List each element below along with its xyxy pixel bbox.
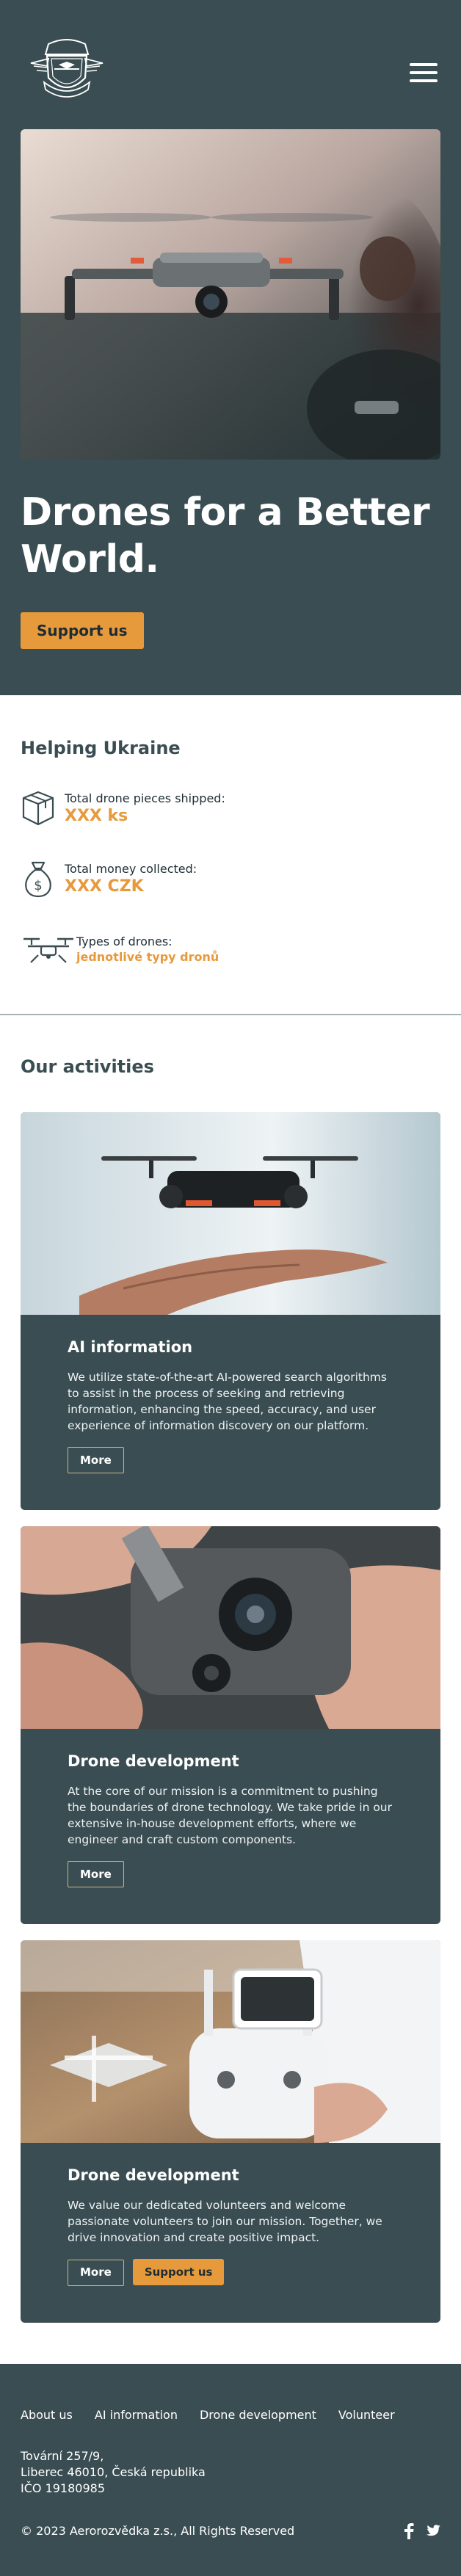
stats-section: Helping Ukraine Total drone pieces shipp…	[0, 695, 461, 1015]
more-button[interactable]: More	[68, 2259, 124, 2286]
page-title: Drones for a Better World.	[21, 490, 430, 581]
menu-button[interactable]	[410, 63, 438, 85]
stat-label: Total money collected:	[65, 862, 197, 876]
header	[21, 0, 440, 129]
svg-text:$: $	[34, 878, 42, 893]
footer-link-volunteer[interactable]: Volunteer	[338, 2408, 395, 2422]
stat-item: Types of drones: jednotlivé typy dronů	[21, 929, 440, 970]
footer-link-about[interactable]: About us	[21, 2408, 73, 2422]
activities-section: Our activities AI information We utilize…	[0, 1015, 461, 2364]
address-line: Liberec 46010, Česká republika	[21, 2464, 206, 2479]
money-bag-icon: $	[25, 861, 51, 898]
support-us-button[interactable]: Support us	[132, 2259, 225, 2285]
footer-link-ai-information[interactable]: AI information	[95, 2408, 178, 2422]
activity-card: Drone development At the core of our mis…	[21, 1526, 440, 1924]
hero-image	[21, 129, 440, 460]
card-text: At the core of our mission is a commitme…	[68, 1785, 393, 1846]
drone-icon	[23, 937, 73, 963]
stat-value: XXX ks	[65, 807, 128, 825]
stat-value: XXX CZK	[65, 877, 144, 896]
twitter-icon[interactable]	[424, 2524, 440, 2538]
card-title: AI information	[68, 1338, 193, 1356]
footer-nav: About us AI information Drone developmen…	[21, 2408, 440, 2422]
card-image	[21, 1526, 440, 1729]
support-us-button[interactable]: Support us	[21, 612, 144, 649]
card-text: We utilize state-of-the-art AI-powered s…	[68, 1371, 387, 1432]
card-image	[21, 1112, 440, 1315]
card-title: Drone development	[68, 1752, 239, 1770]
more-button[interactable]: More	[68, 1861, 124, 1887]
more-button[interactable]: More	[68, 1447, 124, 1473]
stat-item: $ Total money collected: XXX CZK	[21, 858, 440, 899]
activity-card: Drone development We value our dedicated…	[21, 1940, 440, 2323]
stat-item: Total drone pieces shipped: XXX ks	[21, 788, 440, 829]
company-id: IČO 19180985	[21, 2481, 106, 2495]
address-line: Tovární 257/9,	[21, 2448, 104, 2463]
card-image	[21, 1940, 440, 2143]
card-title: Drone development	[68, 2166, 239, 2184]
footer-link-drone-development[interactable]: Drone development	[200, 2408, 316, 2422]
stat-value: jednotlivé typy dronů	[76, 950, 219, 964]
section-title: Helping Ukraine	[21, 738, 181, 758]
box-icon	[22, 791, 54, 826]
section-title: Our activities	[21, 1056, 154, 1077]
hamburger-icon	[410, 71, 438, 74]
activity-card: AI information We utilize state-of-the-a…	[21, 1112, 440, 1510]
footer: About us AI information Drone developmen…	[0, 2363, 461, 2576]
hero-section: Drones for a Better World. Support us	[0, 0, 461, 695]
hamburger-icon	[410, 63, 438, 66]
address: Tovární 257/9, Liberec 46010, Česká repu…	[21, 2448, 440, 2497]
card-text: We value our dedicated volunteers and we…	[68, 2199, 382, 2244]
copyright: © 2023 Aerorozvědka z.s., All Rights Res…	[21, 2524, 295, 2538]
stat-label: Total drone pieces shipped:	[65, 791, 225, 805]
stat-label: Types of drones:	[76, 935, 173, 948]
hamburger-icon	[410, 79, 438, 82]
logo[interactable]	[26, 37, 107, 103]
